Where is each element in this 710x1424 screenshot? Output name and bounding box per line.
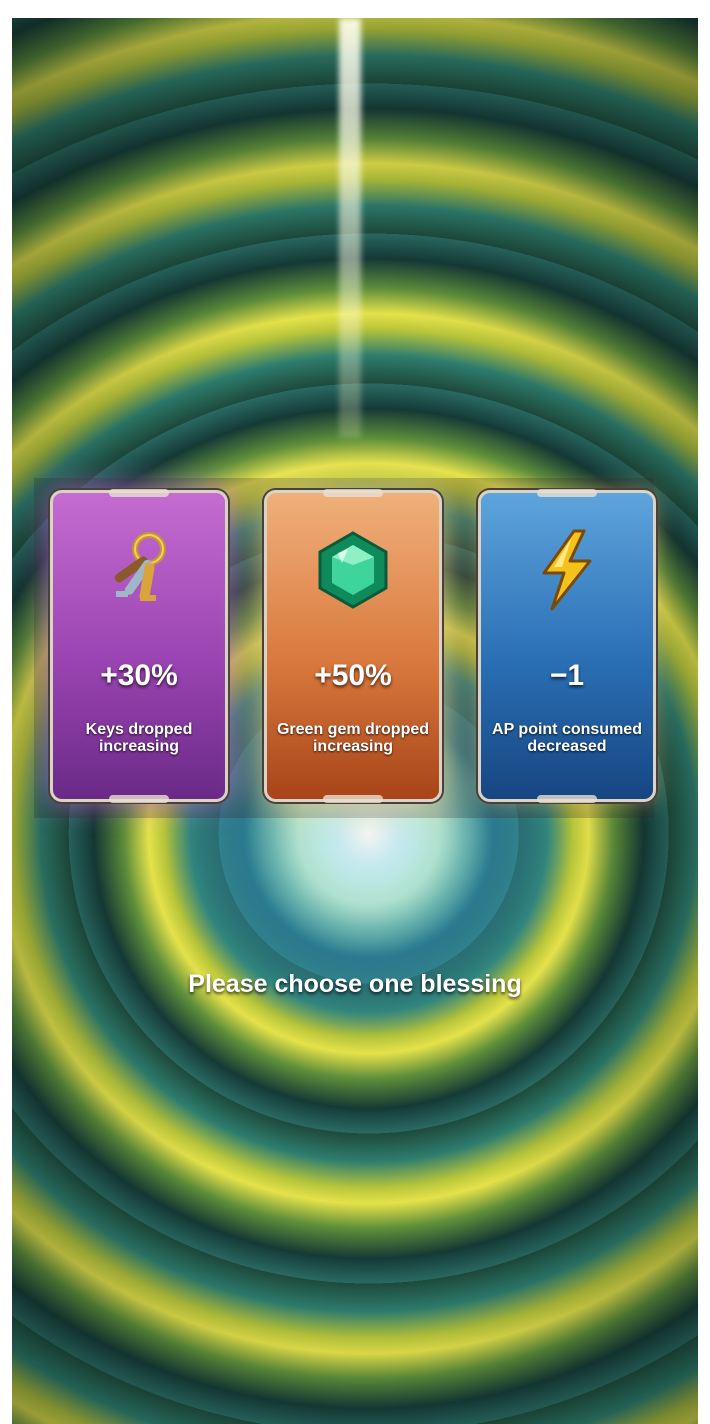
card-value: −1	[549, 659, 585, 692]
blessing-card-keys[interactable]: +30% Keys dropped increasing	[50, 489, 228, 803]
card-ornament	[109, 795, 169, 803]
card-ornament	[323, 489, 383, 497]
card-ornament	[537, 489, 597, 497]
blessing-card-green-gem[interactable]: +50% Green gem dropped increasing	[264, 489, 442, 803]
lightning-icon	[542, 529, 592, 611]
card-ornament	[323, 795, 383, 803]
card-value: +50%	[314, 659, 392, 692]
card-description: Keys dropped increasing	[85, 721, 193, 755]
card-value: +30%	[100, 659, 178, 692]
green-gem-icon	[318, 531, 388, 609]
light-beam	[339, 18, 361, 438]
card-ornament	[109, 489, 169, 497]
card-description: Green gem dropped increasing	[276, 721, 430, 755]
card-ornament	[537, 795, 597, 803]
choose-blessing-prompt: Please choose one blessing	[188, 970, 522, 998]
keys-icon	[114, 532, 166, 601]
blessing-card-ap[interactable]: −1 AP point consumed decreased	[478, 489, 656, 803]
card-description: AP point consumed decreased	[492, 721, 642, 755]
